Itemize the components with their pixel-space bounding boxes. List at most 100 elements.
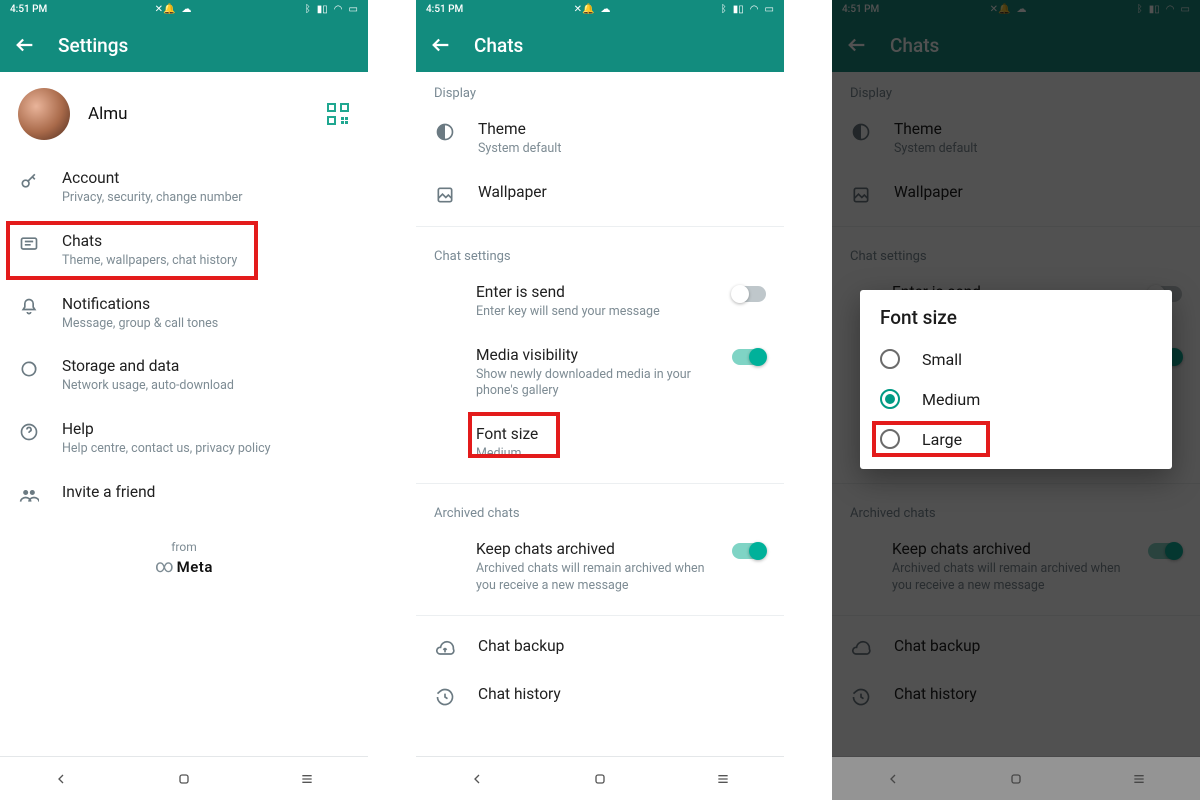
status-time: 4:51 PM — [10, 4, 47, 15]
item-sub: Network usage, auto-download — [62, 378, 350, 395]
item-sub: Medium — [476, 446, 766, 463]
theme-icon — [434, 121, 456, 143]
appbar: Chats — [416, 18, 784, 72]
back-button[interactable] — [14, 34, 36, 56]
page-title: Settings — [58, 34, 128, 57]
item-title: Theme — [478, 119, 766, 140]
avatar — [18, 88, 70, 140]
radio-icon — [880, 349, 900, 369]
settings-item-notifications[interactable]: Notifications Message, group & call tone… — [0, 282, 368, 345]
bell-icon — [18, 296, 40, 318]
item-title: Enter is send — [476, 282, 710, 303]
item-title: Invite a friend — [62, 482, 350, 503]
settings-item-chats[interactable]: Chats Theme, wallpapers, chat history — [0, 219, 368, 282]
chats-content: Display Theme System default Wallpaper C… — [416, 72, 784, 756]
history-icon — [434, 686, 456, 708]
item-sub: Show newly downloaded media in your phon… — [476, 367, 710, 401]
item-title: Chat backup — [478, 636, 766, 657]
item-sub: Message, group & call tones — [62, 316, 350, 333]
qr-icon[interactable] — [326, 102, 350, 126]
people-icon — [18, 484, 40, 506]
status-bar: 4:51 PM ✕🔔 ☁ ᛒ ▮▯ ◠ ▭ — [0, 0, 368, 18]
radio-icon — [880, 429, 900, 449]
item-title: Font size — [476, 424, 766, 445]
settings-content: Almu Account Privacy, security, change n… — [0, 72, 368, 756]
divider — [416, 226, 784, 227]
toggle-keep-archived[interactable] — [732, 543, 766, 559]
section-chat-settings: Chat settings — [416, 235, 784, 270]
dialog-title: Font size — [868, 306, 1164, 339]
settings-item-account[interactable]: Account Privacy, security, change number — [0, 156, 368, 219]
toggle-enter-send[interactable] — [732, 286, 766, 302]
item-sub: Help centre, contact us, privacy policy — [62, 441, 350, 458]
chats-item-enter-send[interactable]: Enter is send Enter key will send your m… — [416, 270, 784, 333]
chats-item-media-visibility[interactable]: Media visibility Show newly downloaded m… — [416, 333, 784, 413]
chats-icon — [18, 233, 40, 255]
data-icon — [18, 358, 40, 380]
settings-item-storage[interactable]: Storage and data Network usage, auto-dow… — [0, 344, 368, 407]
panel-chats: 4:51 PM ✕🔔☁ ᛒ▮▯◠▭ Chats Display Theme Sy… — [416, 0, 784, 800]
item-sub: Theme, wallpapers, chat history — [62, 253, 350, 270]
signal-icon: ▮▯ — [317, 4, 328, 15]
chats-item-history[interactable]: Chat history — [416, 672, 784, 720]
settings-item-help[interactable]: Help Help centre, contact us, privacy po… — [0, 407, 368, 470]
item-title: Chat history — [478, 684, 766, 705]
divider — [416, 483, 784, 484]
chats-item-wallpaper[interactable]: Wallpaper — [416, 170, 784, 218]
nav-recent[interactable] — [705, 761, 741, 797]
item-sub: Archived chats will remain archived when… — [476, 561, 710, 595]
fontsize-option-large[interactable]: Large — [868, 419, 1164, 459]
battery-icon: ▭ — [349, 4, 358, 15]
settings-item-invite[interactable]: Invite a friend — [0, 470, 368, 518]
item-title: Storage and data — [62, 356, 350, 377]
item-title: Notifications — [62, 294, 350, 315]
status-time: 4:51 PM — [426, 4, 463, 15]
panel-fontsize-dialog: 4:51 PM ✕🔔☁ ᛒ▮▯◠▭ Chats Display ThemeSys… — [832, 0, 1200, 800]
profile-row[interactable]: Almu — [0, 72, 368, 156]
nav-home[interactable] — [166, 761, 202, 797]
nav-back[interactable] — [459, 761, 495, 797]
item-title: Account — [62, 168, 350, 189]
divider — [416, 615, 784, 616]
toggle-media-visibility[interactable] — [732, 349, 766, 365]
back-button[interactable] — [430, 34, 452, 56]
status-icons: ✕🔔 ☁ — [155, 4, 198, 15]
chats-item-theme[interactable]: Theme System default — [416, 107, 784, 170]
chats-item-backup[interactable]: Chat backup — [416, 624, 784, 672]
wallpaper-icon — [434, 184, 456, 206]
status-bar: 4:51 PM ✕🔔☁ ᛒ▮▯◠▭ — [416, 0, 784, 18]
item-title: Help — [62, 419, 350, 440]
bluetooth-icon: ᛒ — [305, 4, 311, 15]
navbar — [0, 756, 368, 800]
section-display: Display — [416, 72, 784, 107]
item-title: Keep chats archived — [476, 539, 710, 560]
item-title: Media visibility — [476, 345, 710, 366]
key-icon — [18, 170, 40, 192]
navbar — [416, 756, 784, 800]
chats-item-keep-archived[interactable]: Keep chats archived Archived chats will … — [416, 527, 784, 607]
status-right: ᛒ ▮▯ ◠ ▭ — [305, 4, 358, 15]
item-sub: System default — [478, 141, 766, 158]
item-sub: Enter key will send your message — [476, 304, 710, 321]
page-title: Chats — [474, 34, 523, 57]
radio-label: Small — [922, 350, 962, 369]
fontsize-option-medium[interactable]: Medium — [868, 379, 1164, 419]
radio-label: Medium — [922, 390, 980, 409]
wifi-icon: ◠ — [334, 4, 343, 15]
fontsize-dialog: Font size Small Medium Large — [860, 290, 1172, 469]
fontsize-option-small[interactable]: Small — [868, 339, 1164, 379]
nav-back[interactable] — [43, 761, 79, 797]
nav-recent[interactable] — [289, 761, 325, 797]
panel-settings: 4:51 PM ✕🔔 ☁ ᛒ ▮▯ ◠ ▭ Settings Almu — [0, 0, 368, 800]
radio-icon — [880, 389, 900, 409]
from-label: from — [0, 540, 368, 554]
radio-label: Large — [922, 430, 962, 449]
nav-home[interactable] — [582, 761, 618, 797]
section-archived: Archived chats — [416, 492, 784, 527]
appbar: Settings — [0, 18, 368, 72]
mute-icon: ✕🔔 — [155, 4, 176, 15]
footer-meta: from ∞ Meta — [0, 540, 368, 577]
sync-icon: ☁ — [181, 4, 191, 15]
username: Almu — [88, 104, 326, 124]
chats-item-font-size[interactable]: Font size Medium — [416, 412, 784, 475]
